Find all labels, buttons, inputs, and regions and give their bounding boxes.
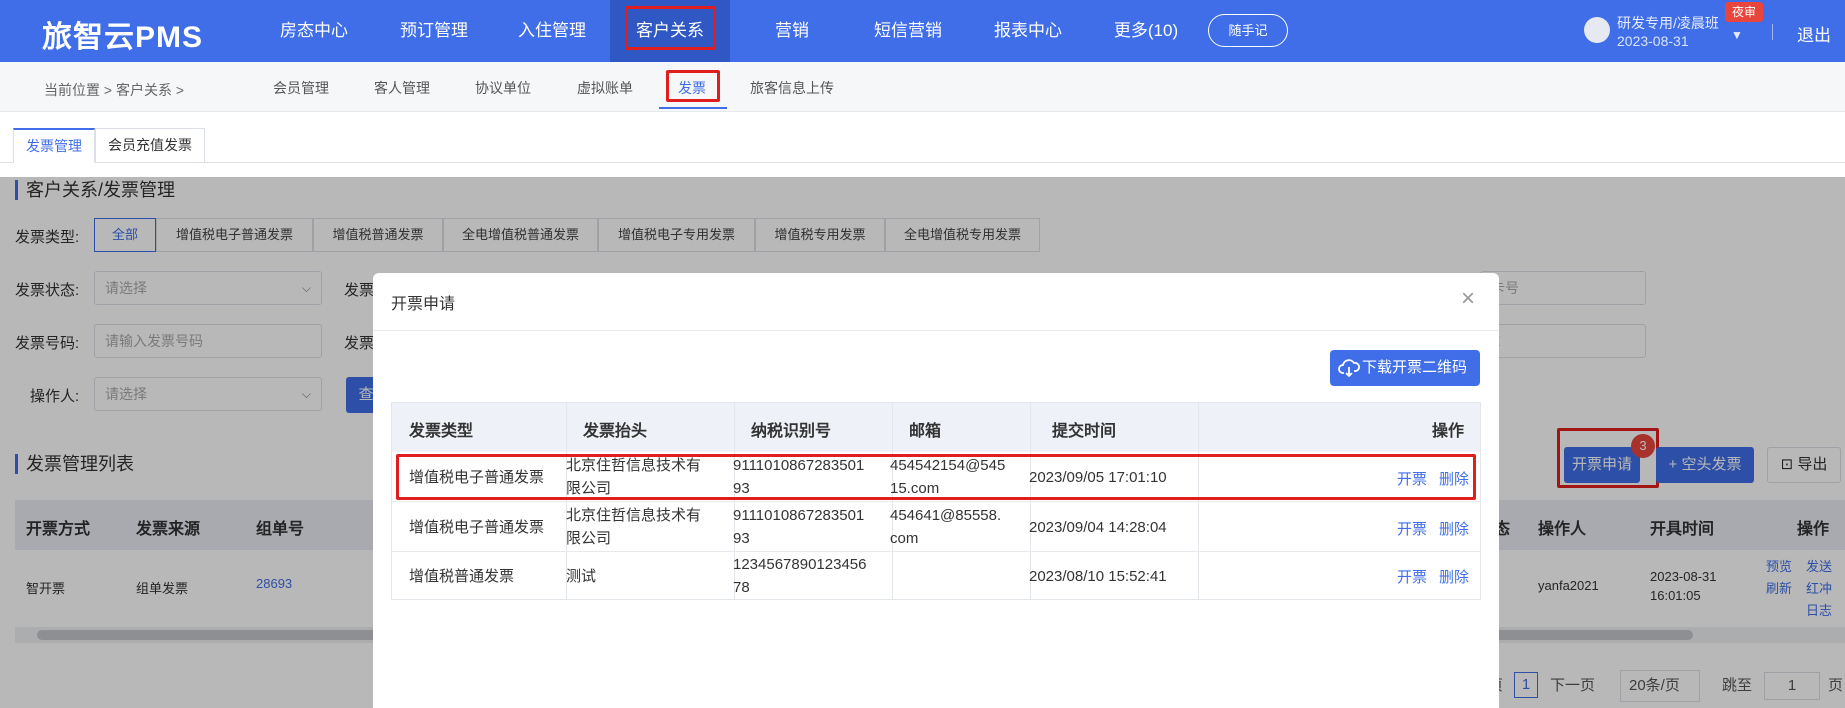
invoice-apply-table: 发票类型 发票抬头 纳税识别号 邮箱 提交时间 操作 增值税电子普通发票 北京住…	[391, 402, 1481, 600]
nav-item-reservation[interactable]: 预订管理	[384, 0, 484, 62]
cell-email: 15.com	[890, 480, 940, 497]
issue-invoice-link[interactable]: 开票	[1397, 566, 1427, 587]
business-date: 2023-08-31	[1617, 33, 1689, 49]
subnav-virtual-bills[interactable]: 虚拟账单	[577, 78, 633, 98]
nav-item-room-status[interactable]: 房态中心	[264, 0, 364, 62]
table-border	[391, 402, 1481, 600]
cell-tax-id: 9111010867283501	[733, 457, 865, 474]
cell-invoice-type: 增值税普通发票	[409, 568, 515, 585]
cell-invoice-type: 增值税电子普通发票	[409, 469, 545, 486]
delete-link[interactable]: 删除	[1439, 468, 1469, 489]
logout-button[interactable]: 退出	[1797, 21, 1831, 46]
active-underline	[659, 107, 727, 109]
invoice-apply-modal: 开票申请 × 下载开票二维码 发票类型 发票抬头 纳税识别号 邮箱 提交时间 操…	[373, 273, 1499, 708]
subnav-member-management[interactable]: 会员管理	[273, 78, 329, 98]
cell-invoice-title: 北京住哲信息技术有	[566, 457, 702, 474]
cell-invoice-title: 北京住哲信息技术有	[566, 507, 702, 524]
close-icon[interactable]: ×	[1461, 285, 1475, 313]
divider	[373, 330, 1499, 331]
user-name[interactable]: 研发专用/凌晨班	[1617, 13, 1719, 33]
cell-tax-id: 93	[733, 530, 750, 547]
sub-navbar: 当前位置 > 客户关系 > 会员管理 客人管理 协议单位 虚拟账单 发票 旅客信…	[0, 62, 1845, 112]
breadcrumb: 当前位置 > 客户关系 >	[44, 82, 185, 98]
night-audit-badge: 夜审	[1725, 2, 1763, 22]
nav-item-customer-relations[interactable]: 客户关系	[610, 0, 730, 62]
cell-tax-id: 93	[733, 480, 750, 497]
subnav-guest-info-upload[interactable]: 旅客信息上传	[750, 78, 834, 98]
nav-item-sms-marketing[interactable]: 短信营销	[858, 0, 958, 62]
memo-button[interactable]: 随手记	[1208, 14, 1288, 47]
cell-tax-id: 9111010867283501	[733, 507, 865, 524]
subnav-invoice[interactable]: 发票	[678, 78, 706, 98]
download-qrcode-button[interactable]: 下载开票二维码	[1330, 350, 1480, 386]
avatar[interactable]	[1584, 17, 1610, 43]
chevron-down-icon[interactable]: ▼	[1731, 28, 1743, 42]
cell-submit-time: 2023/09/04 14:28:04	[1029, 519, 1167, 536]
subnav-guest-management[interactable]: 客人管理	[374, 78, 430, 98]
nav-item-checkin[interactable]: 入住管理	[502, 0, 602, 62]
nav-item-reports[interactable]: 报表中心	[978, 0, 1078, 62]
cell-email: 454641@85558.	[890, 507, 1002, 524]
issue-invoice-link[interactable]: 开票	[1397, 468, 1427, 489]
nav-item-more[interactable]: 更多(10)	[1096, 0, 1196, 62]
delete-link[interactable]: 删除	[1439, 566, 1469, 587]
cell-invoice-title: 限公司	[566, 480, 612, 497]
subnav-agreement-units[interactable]: 协议单位	[475, 78, 531, 98]
divider	[1772, 24, 1773, 40]
top-navbar: 旅智云PMS 房态中心 预订管理 入住管理 客户关系 营销 短信营销 报表中心 …	[0, 0, 1845, 62]
cell-tax-id: 1234567890123456	[733, 556, 867, 573]
cell-email: com	[890, 530, 919, 547]
issue-invoice-link[interactable]: 开票	[1397, 518, 1427, 539]
modal-title: 开票申请	[391, 296, 456, 313]
cell-submit-time: 2023/08/10 15:52:41	[1029, 568, 1167, 585]
cell-email: 454542154@545	[890, 457, 1006, 474]
cell-invoice-type: 增值税电子普通发票	[409, 519, 545, 536]
app-logo[interactable]: 旅智云PMS	[42, 12, 203, 56]
delete-link[interactable]: 删除	[1439, 518, 1469, 539]
cell-invoice-title: 测试	[566, 568, 597, 585]
cloud-download-icon	[1338, 359, 1360, 378]
tab-invoice-management[interactable]: 发票管理	[13, 128, 95, 163]
nav-item-marketing[interactable]: 营销	[742, 0, 842, 62]
tab-member-recharge-invoice[interactable]: 会员充值发票	[95, 128, 205, 163]
cell-invoice-title: 限公司	[566, 530, 612, 547]
cell-tax-id: 78	[733, 579, 750, 596]
cell-submit-time: 2023/09/05 17:01:10	[1029, 469, 1167, 486]
